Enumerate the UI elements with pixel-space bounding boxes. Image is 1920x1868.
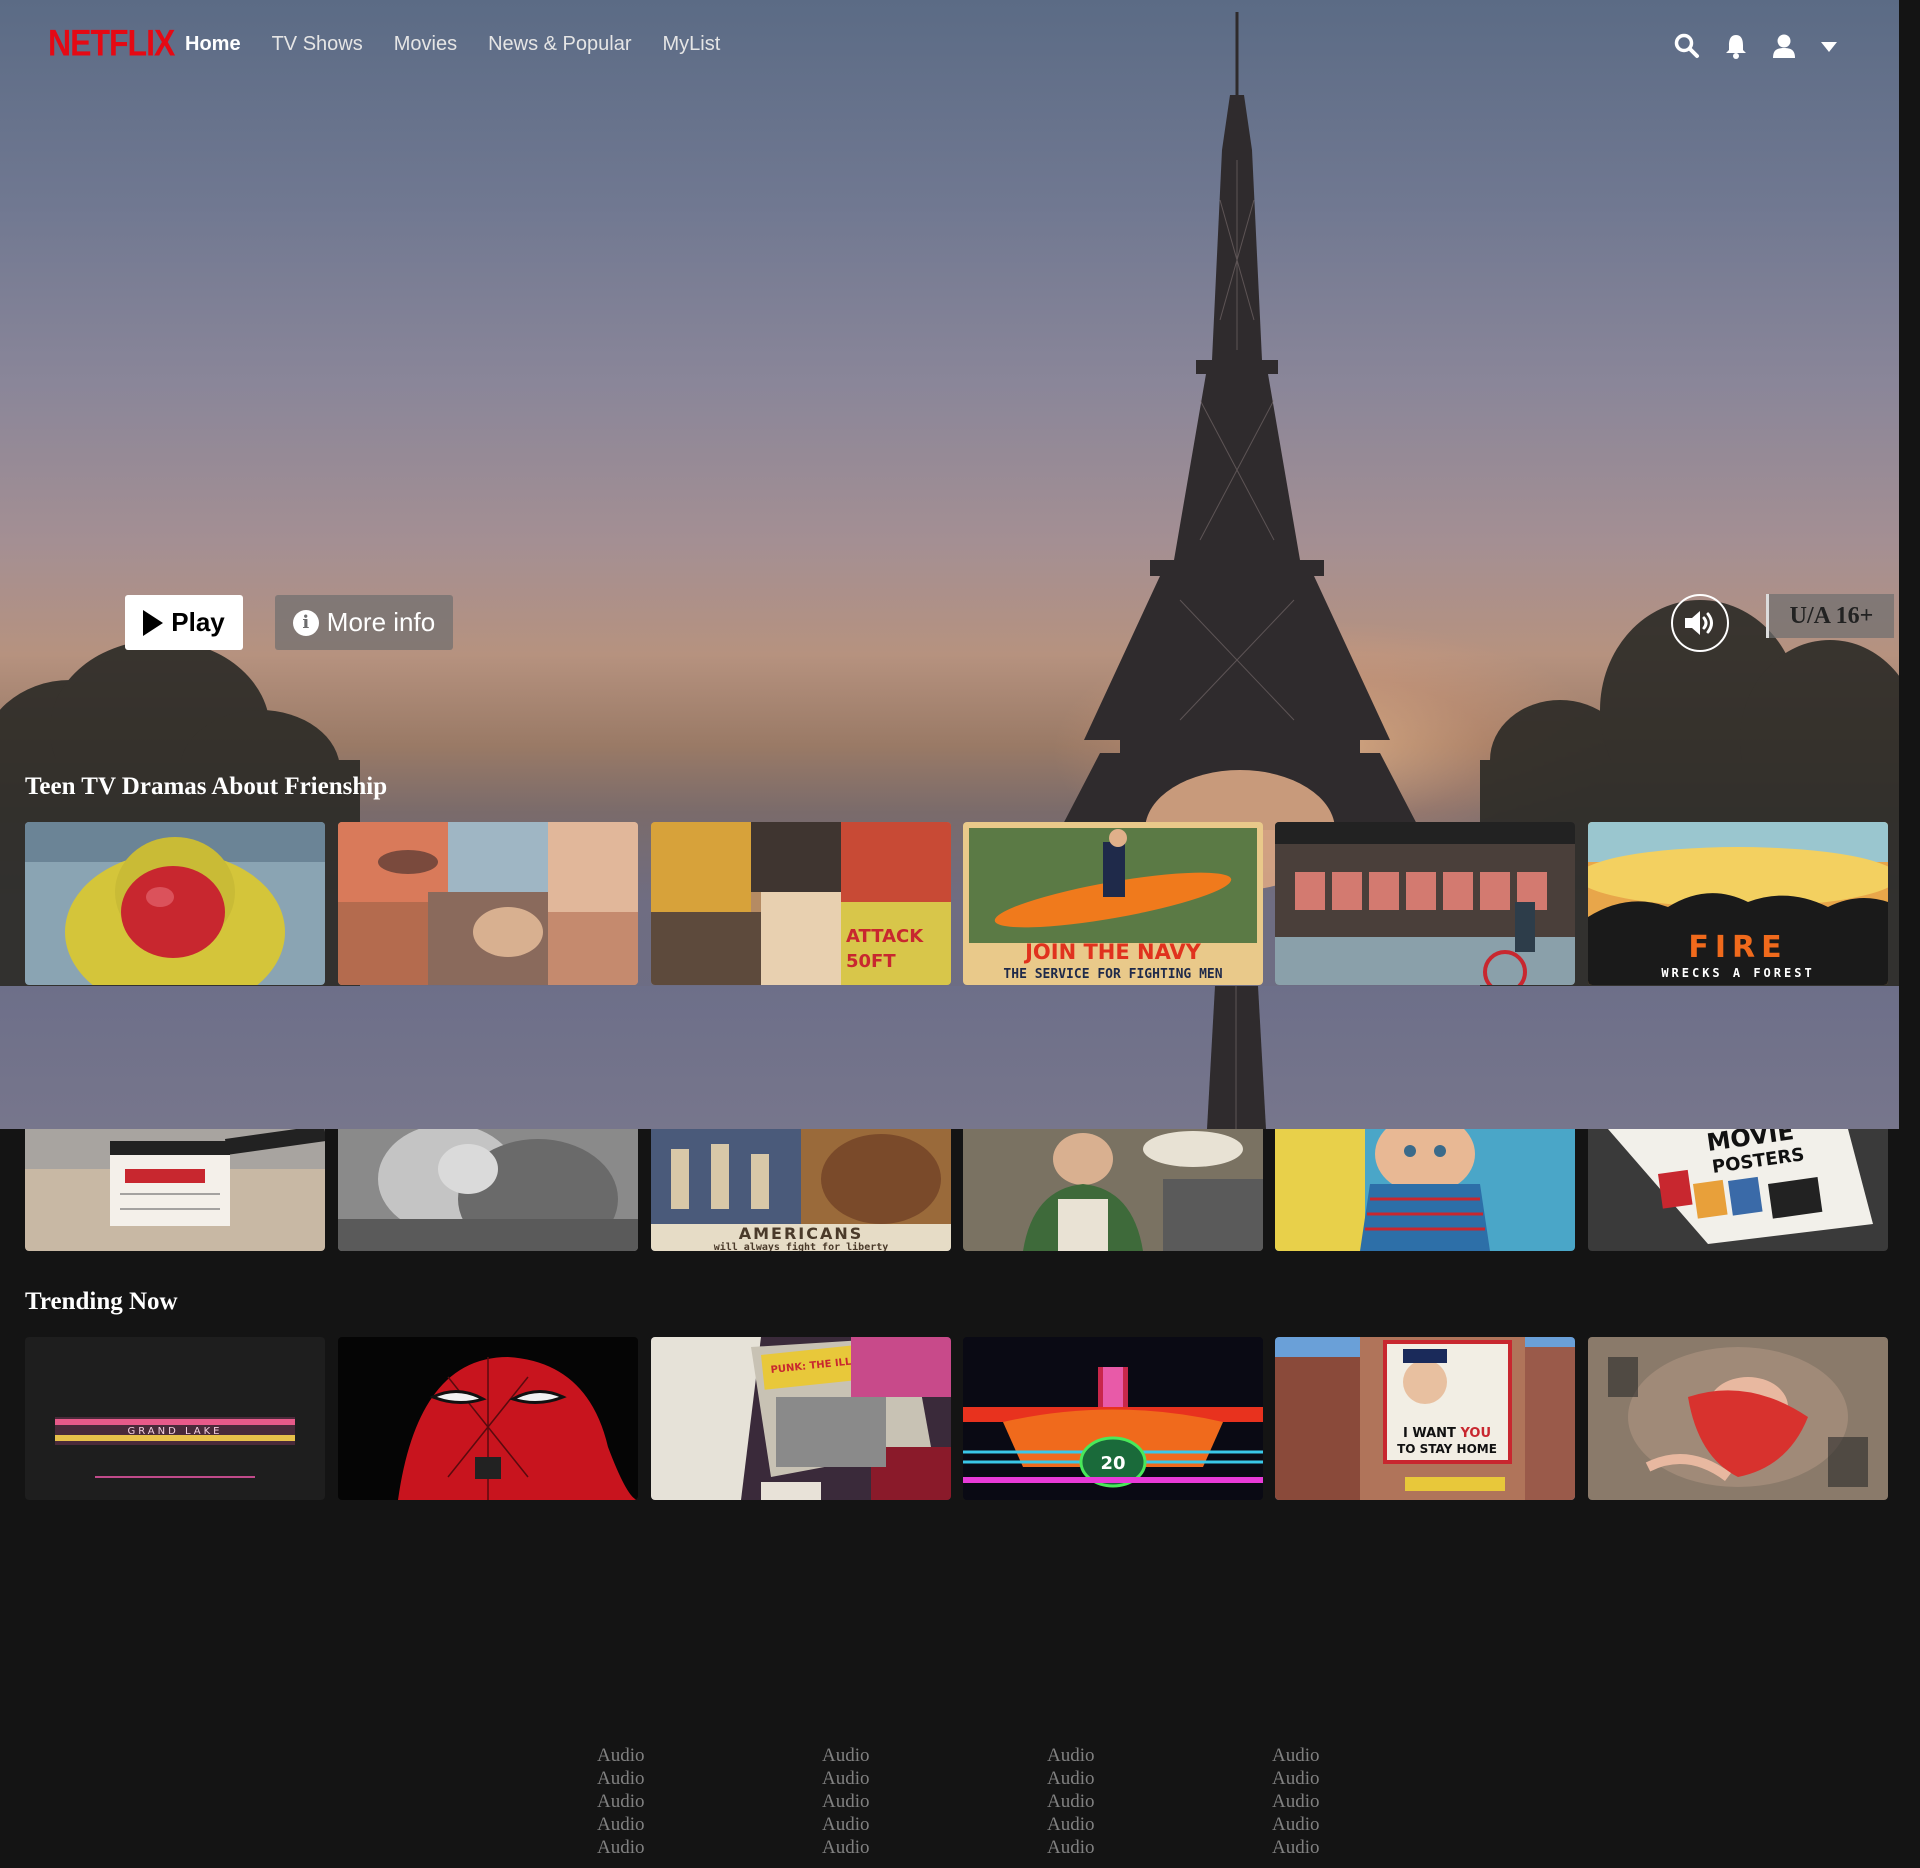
play-icon [143,609,164,636]
row3-tile-1[interactable]: GRAND LAKE [25,1337,325,1500]
row1-tile-6[interactable]: FIRE WRECKS A FOREST [1588,822,1888,985]
play-button[interactable]: Play [125,595,243,650]
more-info-label: More info [326,607,436,637]
maturity-rating-badge: U/A 16+ [1766,594,1894,638]
row-title-trending-now: Trending Now [25,1288,178,1315]
svg-text:ATTACK: ATTACK [846,926,924,947]
svg-text:TO STAY HOME: TO STAY HOME [1397,1442,1497,1456]
row2-tile-6[interactable]: MOVIE POSTERS [1588,1129,1888,1251]
footer-column-1: Audio Audio Audio Audio Audio [597,1744,717,1859]
footer-link[interactable]: Audio [1272,1790,1392,1813]
more-info-button[interactable]: i More info [275,595,453,650]
user-icon[interactable] [1772,33,1800,61]
top-navbar: NETFLIX Home TV Shows Movies News & Popu… [0,0,1899,92]
footer-column-4: Audio Audio Audio Audio Audio [1272,1744,1392,1859]
footer-link[interactable]: Audio [822,1767,942,1790]
row3-tile-4[interactable]: 20 [963,1337,1263,1500]
footer-link[interactable]: Audio [597,1836,717,1859]
nav-my-list[interactable]: MyList [663,33,721,56]
row2-tile-3[interactable]: AMERICANS will always fight for liberty [651,1129,951,1251]
footer-link[interactable]: Audio [1272,1767,1392,1790]
nav-tv-shows[interactable]: TV Shows [272,33,363,56]
row2-tile-2[interactable] [338,1129,638,1251]
footer-link[interactable]: Audio [1272,1813,1392,1836]
row1-tile-3[interactable]: ATTACK 50FT [651,822,951,985]
row1-tile-2[interactable] [338,822,638,985]
row2-tile-4[interactable] [963,1129,1263,1251]
footer-link[interactable]: Audio [1272,1836,1392,1859]
footer-link[interactable]: Audio [1047,1813,1167,1836]
footer-link[interactable]: Audio [597,1790,717,1813]
footer-link[interactable]: Audio [1047,1790,1167,1813]
info-icon: i [292,609,319,636]
svg-text:I WANT YOU: I WANT YOU [1403,1426,1491,1441]
row2-tile-5[interactable] [1275,1129,1575,1251]
nav-news-popular[interactable]: News & Popular [488,33,631,56]
footer-link[interactable]: Audio [597,1813,717,1836]
caret-down-icon[interactable] [1820,40,1848,68]
svg-text:THE SERVICE FOR FIGHTING MEN: THE SERVICE FOR FIGHTING MEN [1003,967,1222,982]
footer-link[interactable]: Audio [1047,1744,1167,1767]
svg-text:GRAND LAKE: GRAND LAKE [127,1426,222,1437]
footer-link[interactable]: Audio [1272,1744,1392,1767]
nav-home[interactable]: Home [185,33,241,56]
footer-link[interactable]: Audio [1047,1767,1167,1790]
hero-lower-band [0,986,1899,1129]
row1-tile-5[interactable] [1275,822,1575,985]
svg-text:WRECKS A FOREST: WRECKS A FOREST [1661,966,1814,980]
footer-link[interactable]: Audio [822,1790,942,1813]
bell-icon[interactable] [1724,33,1752,61]
svg-text:AMERICANS: AMERICANS [739,1224,864,1243]
play-label: Play [171,607,225,637]
netflix-logo[interactable]: NETFLIX [48,22,175,68]
row1-tile-1[interactable] [25,822,325,985]
footer-link[interactable]: Audio [822,1836,942,1859]
svg-text:20: 20 [1100,1453,1125,1474]
search-icon[interactable] [1674,33,1702,61]
row3-tile-5[interactable]: I WANT YOU TO STAY HOME [1275,1337,1575,1500]
svg-text:50FT: 50FT [846,951,896,972]
row1-tile-4[interactable]: JOIN THE NAVY THE SERVICE FOR FIGHTING ME… [963,822,1263,985]
row2-tile-1[interactable] [25,1129,325,1251]
row3-tile-6[interactable] [1588,1337,1888,1500]
footer-link[interactable]: Audio [597,1744,717,1767]
row3-tile-2[interactable] [338,1337,638,1500]
footer-link[interactable]: Audio [822,1813,942,1836]
nav-movies[interactable]: Movies [394,33,457,56]
svg-text:FIRE: FIRE [1688,930,1787,965]
volume-icon [1685,611,1713,635]
volume-toggle-button[interactable] [1671,594,1729,652]
row3-tile-3[interactable]: PUNK: THE ILLUSTRATED [651,1337,951,1500]
footer-column-3: Audio Audio Audio Audio Audio [1047,1744,1167,1859]
footer-link[interactable]: Audio [1047,1836,1167,1859]
svg-text:will always fight for liberty: will always fight for liberty [714,1241,889,1251]
footer-link[interactable]: Audio [597,1767,717,1790]
svg-text:JOIN THE NAVY: JOIN THE NAVY [1023,940,1202,964]
footer-column-2: Audio Audio Audio Audio Audio [822,1744,942,1859]
row-title-teen-dramas: Teen TV Dramas About Frienship [25,773,388,800]
nav-links: Home TV Shows Movies News & Popular MyLi… [185,33,751,56]
footer-link[interactable]: Audio [822,1744,942,1767]
